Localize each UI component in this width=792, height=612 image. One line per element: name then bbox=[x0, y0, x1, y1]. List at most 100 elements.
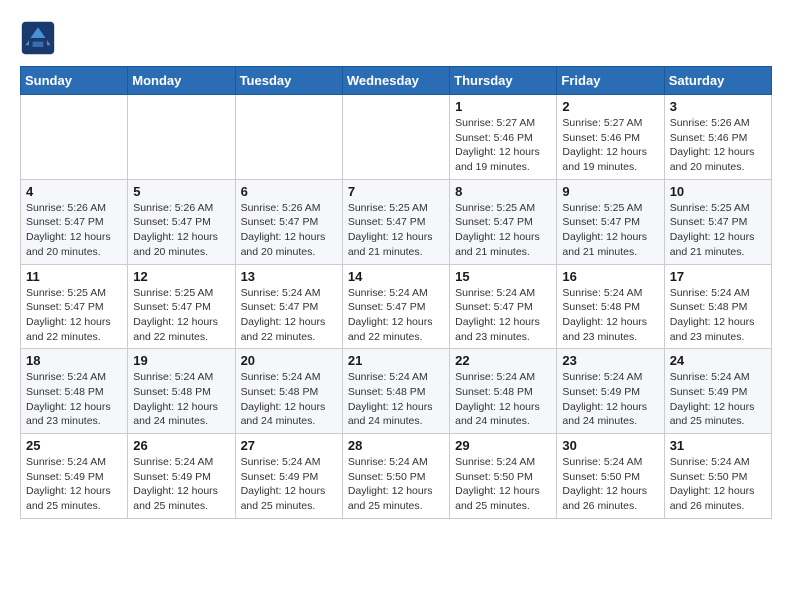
day-info: Sunrise: 5:24 AM Sunset: 5:49 PM Dayligh… bbox=[562, 370, 658, 429]
day-number: 6 bbox=[241, 184, 337, 199]
day-info: Sunrise: 5:24 AM Sunset: 5:49 PM Dayligh… bbox=[241, 455, 337, 514]
calendar-cell: 6 Sunrise: 5:26 AM Sunset: 5:47 PM Daylig… bbox=[235, 179, 342, 264]
header-cell-tuesday: Tuesday bbox=[235, 67, 342, 95]
day-info: Sunrise: 5:27 AM Sunset: 5:46 PM Dayligh… bbox=[562, 116, 658, 175]
day-number: 17 bbox=[670, 269, 766, 284]
header-cell-wednesday: Wednesday bbox=[342, 67, 449, 95]
day-info: Sunrise: 5:24 AM Sunset: 5:47 PM Dayligh… bbox=[241, 286, 337, 345]
calendar-cell: 18 Sunrise: 5:24 AM Sunset: 5:48 PM Dayli… bbox=[21, 349, 128, 434]
calendar-cell: 9 Sunrise: 5:25 AM Sunset: 5:47 PM Daylig… bbox=[557, 179, 664, 264]
day-info: Sunrise: 5:24 AM Sunset: 5:50 PM Dayligh… bbox=[670, 455, 766, 514]
calendar-header: SundayMondayTuesdayWednesdayThursdayFrid… bbox=[21, 67, 772, 95]
calendar-cell: 3 Sunrise: 5:26 AM Sunset: 5:46 PM Daylig… bbox=[664, 95, 771, 180]
day-number: 29 bbox=[455, 438, 551, 453]
calendar-cell: 5 Sunrise: 5:26 AM Sunset: 5:47 PM Daylig… bbox=[128, 179, 235, 264]
logo-icon bbox=[20, 20, 56, 56]
day-info: Sunrise: 5:24 AM Sunset: 5:49 PM Dayligh… bbox=[133, 455, 229, 514]
day-info: Sunrise: 5:24 AM Sunset: 5:50 PM Dayligh… bbox=[562, 455, 658, 514]
calendar-cell: 7Sunrise: 5:25 AM Sunset: 5:47 PM Daylig… bbox=[342, 179, 449, 264]
day-info: Sunrise: 5:24 AM Sunset: 5:48 PM Dayligh… bbox=[26, 370, 122, 429]
day-number: 28 bbox=[348, 438, 444, 453]
day-info: Sunrise: 5:24 AM Sunset: 5:48 PM Dayligh… bbox=[455, 370, 551, 429]
header-cell-saturday: Saturday bbox=[664, 67, 771, 95]
day-number: 8 bbox=[455, 184, 551, 199]
day-number: 10 bbox=[670, 184, 766, 199]
day-number: 21 bbox=[348, 353, 444, 368]
week-row-4: 18 Sunrise: 5:24 AM Sunset: 5:48 PM Dayli… bbox=[21, 349, 772, 434]
calendar-cell: 27 Sunrise: 5:24 AM Sunset: 5:49 PM Dayli… bbox=[235, 434, 342, 519]
day-number: 15 bbox=[455, 269, 551, 284]
day-number: 27 bbox=[241, 438, 337, 453]
week-row-3: 11 Sunrise: 5:25 AM Sunset: 5:47 PM Dayli… bbox=[21, 264, 772, 349]
day-number: 26 bbox=[133, 438, 229, 453]
day-info: Sunrise: 5:26 AM Sunset: 5:47 PM Dayligh… bbox=[133, 201, 229, 260]
day-info: Sunrise: 5:27 AM Sunset: 5:46 PM Dayligh… bbox=[455, 116, 551, 175]
header-cell-monday: Monday bbox=[128, 67, 235, 95]
calendar-cell: 21 Sunrise: 5:24 AM Sunset: 5:48 PM Dayli… bbox=[342, 349, 449, 434]
day-info: Sunrise: 5:24 AM Sunset: 5:49 PM Dayligh… bbox=[26, 455, 122, 514]
calendar-cell: 1 Sunrise: 5:27 AM Sunset: 5:46 PM Daylig… bbox=[450, 95, 557, 180]
calendar-cell: 30Sunrise: 5:24 AM Sunset: 5:50 PM Dayli… bbox=[557, 434, 664, 519]
day-info: Sunrise: 5:25 AM Sunset: 5:47 PM Dayligh… bbox=[670, 201, 766, 260]
calendar-cell bbox=[235, 95, 342, 180]
day-number: 1 bbox=[455, 99, 551, 114]
week-row-2: 4Sunrise: 5:26 AM Sunset: 5:47 PM Daylig… bbox=[21, 179, 772, 264]
calendar-cell: 14Sunrise: 5:24 AM Sunset: 5:47 PM Dayli… bbox=[342, 264, 449, 349]
day-number: 5 bbox=[133, 184, 229, 199]
calendar-cell: 8Sunrise: 5:25 AM Sunset: 5:47 PM Daylig… bbox=[450, 179, 557, 264]
day-info: Sunrise: 5:26 AM Sunset: 5:47 PM Dayligh… bbox=[241, 201, 337, 260]
calendar-cell: 26 Sunrise: 5:24 AM Sunset: 5:49 PM Dayli… bbox=[128, 434, 235, 519]
day-number: 11 bbox=[26, 269, 122, 284]
week-row-5: 25 Sunrise: 5:24 AM Sunset: 5:49 PM Dayli… bbox=[21, 434, 772, 519]
day-info: Sunrise: 5:25 AM Sunset: 5:47 PM Dayligh… bbox=[26, 286, 122, 345]
calendar-cell: 4Sunrise: 5:26 AM Sunset: 5:47 PM Daylig… bbox=[21, 179, 128, 264]
calendar-cell: 28 Sunrise: 5:24 AM Sunset: 5:50 PM Dayli… bbox=[342, 434, 449, 519]
day-number: 2 bbox=[562, 99, 658, 114]
day-info: Sunrise: 5:24 AM Sunset: 5:50 PM Dayligh… bbox=[348, 455, 444, 514]
calendar-cell: 12 Sunrise: 5:25 AM Sunset: 5:47 PM Dayli… bbox=[128, 264, 235, 349]
day-info: Sunrise: 5:24 AM Sunset: 5:48 PM Dayligh… bbox=[348, 370, 444, 429]
day-info: Sunrise: 5:24 AM Sunset: 5:48 PM Dayligh… bbox=[133, 370, 229, 429]
header-row: SundayMondayTuesdayWednesdayThursdayFrid… bbox=[21, 67, 772, 95]
day-info: Sunrise: 5:26 AM Sunset: 5:46 PM Dayligh… bbox=[670, 116, 766, 175]
calendar-cell: 13 Sunrise: 5:24 AM Sunset: 5:47 PM Dayli… bbox=[235, 264, 342, 349]
calendar-table: SundayMondayTuesdayWednesdayThursdayFrid… bbox=[20, 66, 772, 519]
day-info: Sunrise: 5:25 AM Sunset: 5:47 PM Dayligh… bbox=[562, 201, 658, 260]
header-cell-friday: Friday bbox=[557, 67, 664, 95]
calendar-cell: 20Sunrise: 5:24 AM Sunset: 5:48 PM Dayli… bbox=[235, 349, 342, 434]
calendar-cell: 19 Sunrise: 5:24 AM Sunset: 5:48 PM Dayli… bbox=[128, 349, 235, 434]
calendar-cell: 29 Sunrise: 5:24 AM Sunset: 5:50 PM Dayli… bbox=[450, 434, 557, 519]
calendar-cell: 22 Sunrise: 5:24 AM Sunset: 5:48 PM Dayli… bbox=[450, 349, 557, 434]
calendar-cell: 24 Sunrise: 5:24 AM Sunset: 5:49 PM Dayli… bbox=[664, 349, 771, 434]
calendar-cell: 2 Sunrise: 5:27 AM Sunset: 5:46 PM Daylig… bbox=[557, 95, 664, 180]
day-number: 19 bbox=[133, 353, 229, 368]
day-number: 3 bbox=[670, 99, 766, 114]
calendar-body: 1 Sunrise: 5:27 AM Sunset: 5:46 PM Daylig… bbox=[21, 95, 772, 519]
day-info: Sunrise: 5:24 AM Sunset: 5:49 PM Dayligh… bbox=[670, 370, 766, 429]
calendar-cell: 17 Sunrise: 5:24 AM Sunset: 5:48 PM Dayli… bbox=[664, 264, 771, 349]
day-number: 18 bbox=[26, 353, 122, 368]
day-info: Sunrise: 5:25 AM Sunset: 5:47 PM Dayligh… bbox=[133, 286, 229, 345]
day-info: Sunrise: 5:24 AM Sunset: 5:47 PM Dayligh… bbox=[348, 286, 444, 345]
day-number: 12 bbox=[133, 269, 229, 284]
day-info: Sunrise: 5:24 AM Sunset: 5:48 PM Dayligh… bbox=[562, 286, 658, 345]
day-number: 25 bbox=[26, 438, 122, 453]
day-number: 20 bbox=[241, 353, 337, 368]
calendar-cell: 16 Sunrise: 5:24 AM Sunset: 5:48 PM Dayli… bbox=[557, 264, 664, 349]
calendar-cell: 10 Sunrise: 5:25 AM Sunset: 5:47 PM Dayli… bbox=[664, 179, 771, 264]
header-cell-sunday: Sunday bbox=[21, 67, 128, 95]
day-number: 24 bbox=[670, 353, 766, 368]
calendar-cell: 31Sunrise: 5:24 AM Sunset: 5:50 PM Dayli… bbox=[664, 434, 771, 519]
calendar-cell: 25 Sunrise: 5:24 AM Sunset: 5:49 PM Dayli… bbox=[21, 434, 128, 519]
day-number: 22 bbox=[455, 353, 551, 368]
day-info: Sunrise: 5:24 AM Sunset: 5:47 PM Dayligh… bbox=[455, 286, 551, 345]
calendar-cell bbox=[342, 95, 449, 180]
calendar-cell: 23Sunrise: 5:24 AM Sunset: 5:49 PM Dayli… bbox=[557, 349, 664, 434]
day-number: 16 bbox=[562, 269, 658, 284]
week-row-1: 1 Sunrise: 5:27 AM Sunset: 5:46 PM Daylig… bbox=[21, 95, 772, 180]
day-number: 9 bbox=[562, 184, 658, 199]
day-info: Sunrise: 5:24 AM Sunset: 5:48 PM Dayligh… bbox=[670, 286, 766, 345]
day-info: Sunrise: 5:24 AM Sunset: 5:50 PM Dayligh… bbox=[455, 455, 551, 514]
header-cell-thursday: Thursday bbox=[450, 67, 557, 95]
day-number: 13 bbox=[241, 269, 337, 284]
